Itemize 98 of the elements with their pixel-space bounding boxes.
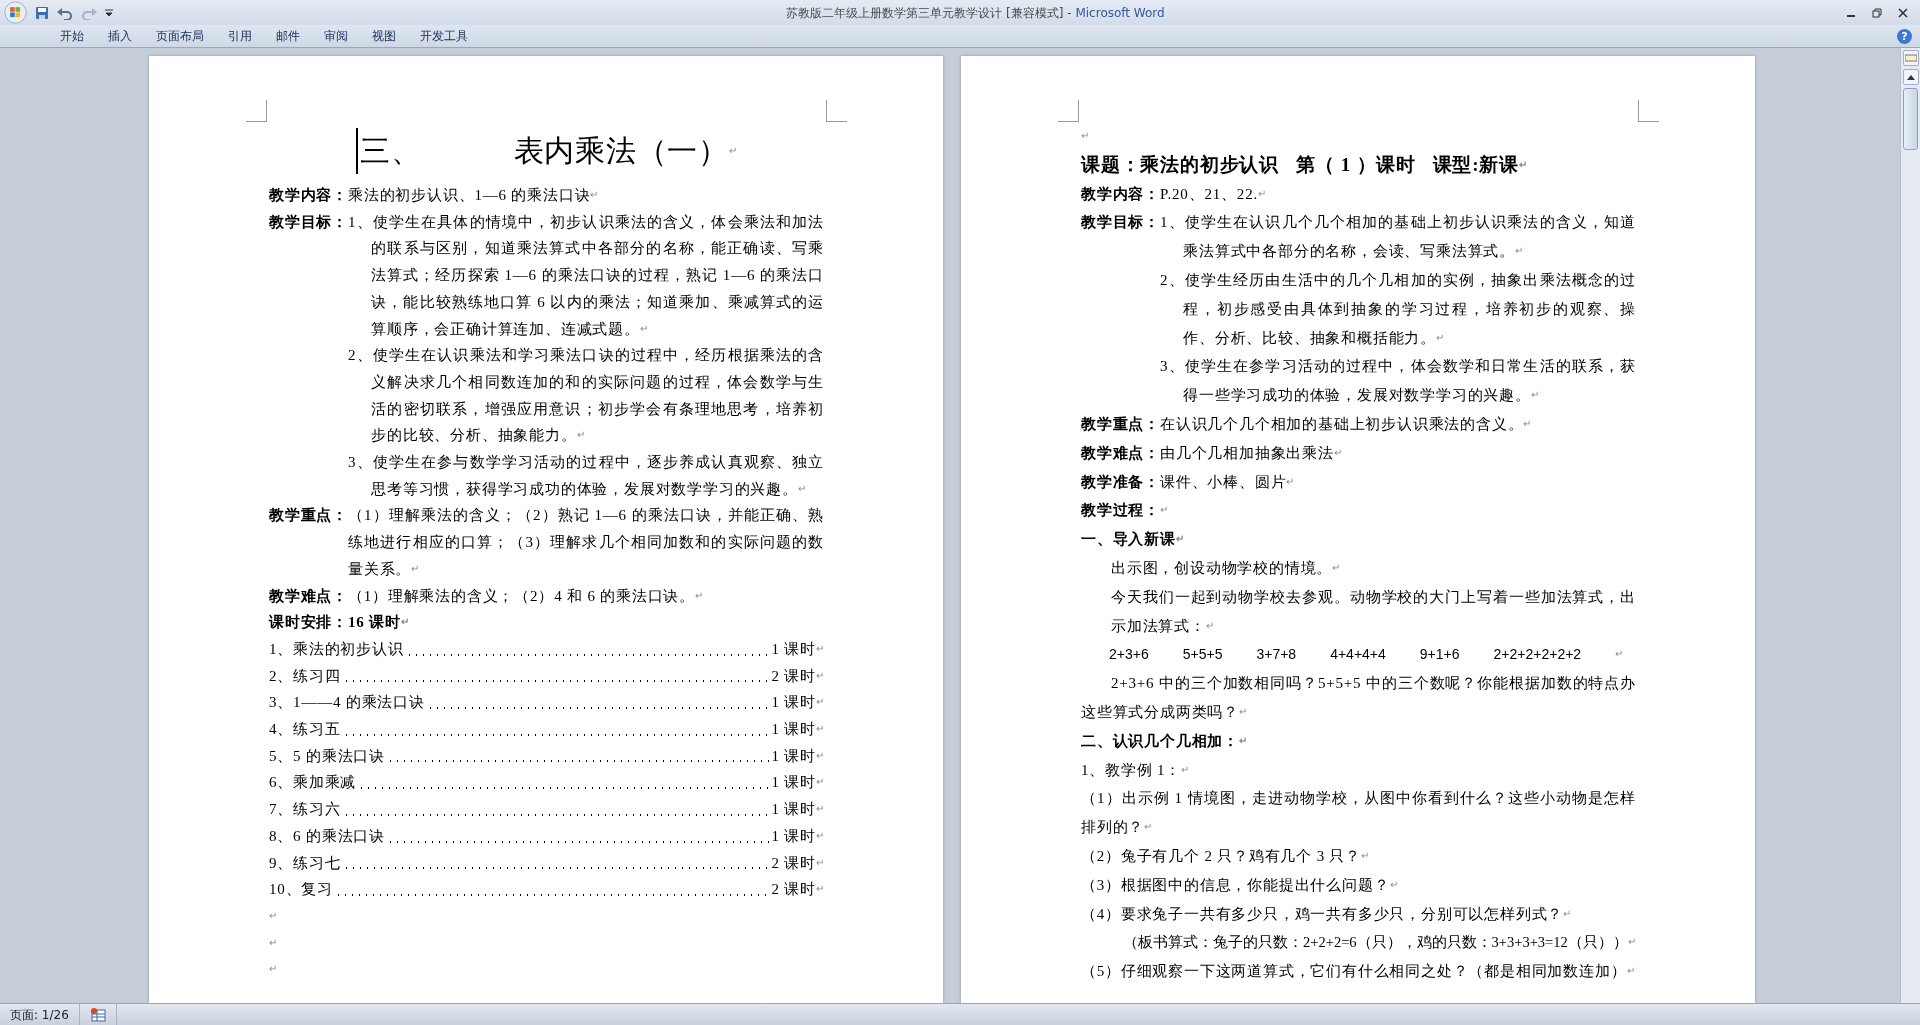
- field-label: 教学难点：: [269, 586, 348, 606]
- field-label: 教学目标：: [1081, 213, 1160, 233]
- list-item: 3、使学生在参学习活动的过程中，体会数学和日常生活的联系，获得一些学习成功的体验，发展对数学学习的兴趣。↵: [1160, 357, 1636, 406]
- toc-entry: 4、练习五: [269, 720, 341, 740]
- formula: 3+7+8: [1256, 645, 1297, 665]
- crop-mark: [1058, 100, 1079, 122]
- list-item: 3、使学生在参与数学学习活动的过程中，逐步养成认真观察、独立思考等习惯，获得学习成功的体验，发展对数学学习的兴趣。↵: [348, 453, 824, 499]
- paragraph: （3）根据图中的信息，你能提出什么问题？↵: [1081, 875, 1399, 895]
- toc-entry: 10、复习: [269, 880, 333, 900]
- ribbon-tab[interactable]: 引用: [216, 27, 264, 45]
- undo-icon[interactable]: [57, 5, 73, 20]
- lesson-count: 1 课时↵: [771, 773, 824, 793]
- paragraph-mark: ↵: [1081, 130, 1089, 141]
- field-value: 在认识几个几个相加的基础上初步认识乘法的含义。↵: [1160, 414, 1533, 434]
- paragraph: （1）出示例 1 情境图，走进动物学校，从图中你看到什么？这些小动物是怎样排列的？↵: [1081, 789, 1636, 838]
- heading-text: 表内乘法（一）↵: [513, 133, 738, 169]
- field-label: 教学内容：: [1081, 184, 1160, 204]
- lesson-count: 2 课时↵: [771, 880, 824, 900]
- toc-entry: 3、1——4 的乘法口诀: [269, 693, 425, 713]
- toc-entry: 5、5 的乘法口诀: [269, 746, 385, 766]
- paragraph: （4）要求兔子一共有多少只，鸡一共有多少只，分别可以怎样列式？↵: [1081, 904, 1573, 924]
- field-value: 由几个几相加抽象出乘法↵: [1160, 443, 1343, 463]
- ribbon-tab[interactable]: 页面布局: [144, 27, 216, 45]
- help-icon[interactable]: ?: [1897, 28, 1912, 44]
- restore-icon: [1872, 8, 1882, 18]
- lesson-count: 1 课时↵: [771, 720, 824, 740]
- minimize-icon: [1847, 15, 1855, 17]
- field-label: 教学准备：: [1081, 472, 1160, 492]
- scrollbar-thumb[interactable]: [1903, 88, 1918, 150]
- list-item: 2、使学生在认识乘法和学习乘法口诀的过程中，经历根据乘法的含义解决求几个相同数连加的和的实际问题的过程，体会数学与生活的密切联系，增强应用意识；初步学会有条理地思考，培养初步的比较、分析、抽象能力。↵: [348, 346, 824, 446]
- paragraph: （5）仔细观察一下这两道算式，它们有什么相同之处？（都是相同加数连加）↵: [1081, 962, 1636, 982]
- formula: 2+2+2+2+2+2: [1493, 645, 1582, 665]
- field-value: 乘法的初步认识、1—6 的乘法口诀↵: [348, 186, 600, 205]
- paragraph: （2）兔子有几个 2 只？鸡有几个 3 只？↵: [1081, 846, 1371, 866]
- ruler-icon: [1904, 53, 1917, 63]
- formula: 2+3+6: [1109, 645, 1149, 665]
- window-title: 苏教版二年级上册数学第三单元教学设计 [兼容模式] - Microsoft Word: [786, 5, 1165, 20]
- paragraph-mark: ↵: [269, 910, 277, 921]
- close-icon: [1898, 8, 1908, 18]
- toc-entry: 8、6 的乘法口诀: [269, 826, 385, 846]
- field-label: 教学重点：: [269, 506, 348, 526]
- field-value: （1）理解乘法的含义；（2）4 和 6 的乘法口诀。↵: [348, 586, 705, 606]
- list-item: 1、使学生在认识几个几个相加的基础上初步认识乘法的含义，知道乘法算式中各部分的名称，会读、写乘法算式。↵: [1160, 213, 1636, 262]
- ribbon-tab[interactable]: 邮件: [264, 27, 312, 45]
- ribbon-tab[interactable]: 开始: [48, 27, 96, 45]
- lesson-count: 1 课时↵: [771, 826, 824, 846]
- lesson-count: 2 课时↵: [771, 666, 824, 686]
- table-icon[interactable]: [89, 1007, 106, 1022]
- lesson-count: 1 课时↵: [771, 800, 824, 820]
- paragraph: 出示图，创设动物学校的情境。↵: [1110, 558, 1342, 578]
- ribbon-tab[interactable]: 审阅: [312, 27, 360, 45]
- crop-mark: [826, 100, 847, 122]
- field-label: 教学目标：: [269, 212, 348, 232]
- crop-mark: [246, 100, 267, 122]
- toc-entry: 2、练习四: [269, 666, 341, 686]
- logo-icon[interactable]: [4, 1, 27, 24]
- lesson-count: 1 课时↵: [771, 693, 824, 713]
- page-counter: 页面: 1/26: [0, 1004, 80, 1025]
- toc-entry: 9、练习七: [269, 853, 341, 873]
- field-label: 教学难点：: [1081, 443, 1160, 463]
- crop-mark: [1638, 100, 1659, 122]
- paragraph: 2+3+6 中的三个加数相同吗？5+5+5 中的三个数呢？你能根据加数的特点办这些算式分成两类吗？↵: [1081, 674, 1636, 722]
- toc-entry: 6、乘加乘减: [269, 773, 357, 793]
- paragraph-mark: ↵: [1160, 504, 1168, 516]
- scroll-up-button[interactable]: [1902, 69, 1919, 85]
- save-icon[interactable]: [35, 5, 49, 20]
- field-label: 教学过程：: [1081, 501, 1160, 521]
- paragraph: （板书算式：兔子的只数：2+2+2=6（只），鸡的只数：3+3+3+3=12（只））↵: [1122, 933, 1636, 953]
- dropdown-icon[interactable]: [105, 8, 113, 17]
- formula: 4+4+4+4: [1330, 645, 1386, 665]
- paragraph-mark: ↵: [269, 963, 277, 975]
- field-value: （1）理解乘法的含义；（2）熟记 1—6 的乘法口诀，并能正确、熟练地进行相应的口算；（3）理解求几个相同加数和的实际问题的数量关系。↵: [348, 506, 824, 579]
- lesson-count: 1 课时↵: [771, 639, 824, 659]
- toc-entry: 7、练习六: [269, 800, 341, 820]
- field-label: 教学内容：: [269, 186, 348, 205]
- formula: 5+5+5: [1182, 645, 1223, 665]
- field-label: 教学重点：: [1081, 414, 1160, 434]
- field-value: P.20、21、22.↵: [1160, 184, 1267, 204]
- paragraph: 1、教学例 1：↵: [1081, 760, 1191, 780]
- ribbon-tab[interactable]: 开发工具: [408, 27, 480, 45]
- up-arrow-icon: [1906, 74, 1915, 80]
- field-value: 课件、小棒、圆片↵: [1160, 472, 1296, 492]
- paragraph-mark: ↵: [1615, 647, 1624, 662]
- heading-number: 三、: [355, 128, 422, 174]
- lesson-heading: 课题：乘法的初步认识 第（ 1 ）课时 课型:新课↵: [1081, 152, 1529, 177]
- list-item: 1、使学生在具体的情境中，初步认识乘法的含义，体会乘法和加法的联系与区别，知道乘法算式中各部分的名称，能正确读、写乘法算式；经历探索 1—6 的乘法口诀的过程，熟记 1—6 的乘法口诀，能比较熟练地口算 6 以内的乘法；知道乘加、乘减算式的运算顺序，会正确计算连加、连减式题。↵: [348, 212, 824, 339]
- lesson-count: 2 课时↵: [771, 853, 824, 873]
- section-heading: 二、认识几个几相加：↵: [1081, 731, 1248, 751]
- lesson-count: 1 课时↵: [771, 746, 824, 766]
- section-heading: 一、导入新课↵: [1081, 530, 1185, 550]
- paragraph-mark: ↵: [269, 936, 277, 948]
- list-item: 2、使学生经历由生活中的几个几相加的实例，抽象出乘法概念的过程，初步感受由具体到抽象的学习过程，培养初步的观察、操作、分析、比较、抽象和概括能力。↵: [1160, 271, 1636, 348]
- ribbon-tab[interactable]: 插入: [96, 27, 144, 45]
- ribbon-tab[interactable]: 视图: [360, 27, 408, 45]
- formula: 9+1+6: [1419, 645, 1460, 665]
- section-heading: 课时安排：16 课时↵: [269, 613, 410, 633]
- toc-entry: 1、乘法的初步认识: [269, 639, 404, 659]
- paragraph: 今天我们一起到动物学校去参观。动物学校的大门上写着一些加法算式，出示加法算式：↵: [1110, 587, 1636, 636]
